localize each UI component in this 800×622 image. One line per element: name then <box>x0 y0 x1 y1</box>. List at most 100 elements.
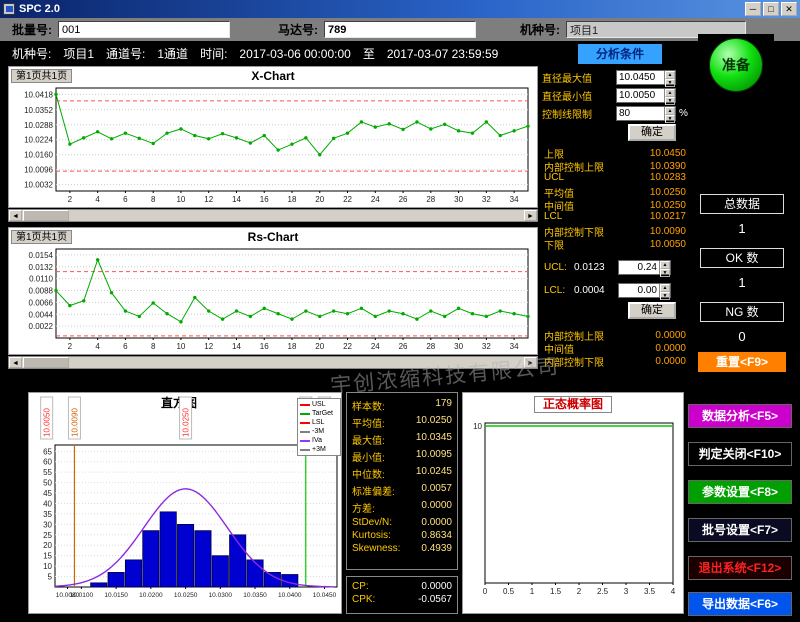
svg-text:10.0400: 10.0400 <box>278 592 302 599</box>
svg-text:45: 45 <box>43 489 52 498</box>
plus3m-line-icon <box>300 449 310 451</box>
rs-chart-scrollbar[interactable]: ◄ ► <box>8 356 538 369</box>
export-data-button[interactable]: 导出数据<F6> <box>688 592 792 616</box>
scroll-left-icon[interactable]: ◄ <box>9 210 22 221</box>
scroll-right-icon[interactable]: ► <box>524 357 537 368</box>
stat-row: 平均值:10.0250 <box>347 414 457 431</box>
spin-down-icon[interactable]: ▼ <box>665 115 675 123</box>
svg-text:10.0224: 10.0224 <box>24 136 53 145</box>
rs-lcl-label: LCL: <box>544 285 574 296</box>
exit-system-button[interactable]: 退出系统<F12> <box>688 556 792 580</box>
svg-text:4: 4 <box>95 195 100 204</box>
batch-input[interactable] <box>58 21 230 38</box>
analyze-conditions-button[interactable]: 分析条件 <box>578 44 662 64</box>
svg-text:55: 55 <box>43 468 52 477</box>
stat-row: Skewness:0.4939 <box>347 542 457 555</box>
batch-settings-button[interactable]: 批号设置<F7> <box>688 518 792 542</box>
ok-count-label: OK 数 <box>700 248 784 268</box>
x-params-confirm-button[interactable]: 确定 <box>628 124 676 141</box>
rs-lcl-spinner[interactable]: 0.00 ▲▼ <box>618 283 671 298</box>
normal-probability-title: 正态概率图 <box>534 396 612 413</box>
field-row: 批量号: 马达号: 机种号: <box>0 18 800 41</box>
ucl-row: UCL10.0283 <box>544 172 686 183</box>
info-time-to: 2017-03-07 23:59:59 <box>387 47 498 61</box>
svg-text:10.0288: 10.0288 <box>24 121 53 130</box>
limit-lower-row: 下限10.0050 <box>544 237 686 252</box>
svg-text:22: 22 <box>343 342 352 351</box>
parameter-settings-button[interactable]: 参数设置<F8> <box>688 480 792 504</box>
stat-row: Kurtosis:0.8634 <box>347 529 457 542</box>
svg-text:50: 50 <box>43 479 52 488</box>
svg-text:26: 26 <box>399 195 408 204</box>
svg-text:25: 25 <box>43 531 52 540</box>
svg-text:8: 8 <box>151 342 156 351</box>
info-model-value: 项目1 <box>63 45 94 62</box>
svg-text:12: 12 <box>204 195 213 204</box>
scrollbar-thumb[interactable] <box>23 357 69 368</box>
normal-probability-panel: 正态概率图 1000.511.522.533.54 <box>462 392 684 614</box>
spin-down-icon[interactable]: ▼ <box>665 79 675 87</box>
svg-text:10.0418: 10.0418 <box>24 90 53 99</box>
info-channel-value: 1通道 <box>157 45 188 62</box>
diameter-min-label: 直径最小值 <box>542 88 616 103</box>
svg-text:14: 14 <box>232 342 241 351</box>
scroll-right-icon[interactable]: ► <box>524 210 537 221</box>
spin-down-icon[interactable]: ▼ <box>660 292 670 300</box>
info-to-label: 至 <box>363 45 375 62</box>
svg-text:10.0350: 10.0350 <box>243 592 267 599</box>
scroll-left-icon[interactable]: ◄ <box>9 357 22 368</box>
svg-text:40: 40 <box>43 499 52 508</box>
motor-input[interactable] <box>324 21 476 38</box>
maximize-button[interactable]: □ <box>763 2 779 16</box>
svg-text:6: 6 <box>123 195 128 204</box>
svg-text:14: 14 <box>232 195 241 204</box>
ready-button[interactable]: 准备 <box>709 38 763 92</box>
spin-up-icon[interactable]: ▲ <box>665 107 675 115</box>
spin-down-icon[interactable]: ▼ <box>660 269 670 277</box>
spin-up-icon[interactable]: ▲ <box>660 284 670 292</box>
control-limit-spinner[interactable]: 80 ▲▼ <box>616 106 676 121</box>
svg-text:2: 2 <box>577 587 582 596</box>
ok-count-value: 1 <box>700 275 784 290</box>
stat-row: 样本数:179 <box>347 397 457 414</box>
diameter-max-spinner[interactable]: 10.0450 ▲▼ <box>616 70 676 85</box>
svg-text:10.0300: 10.0300 <box>209 592 233 599</box>
svg-text:34: 34 <box>510 342 519 351</box>
batch-label: 批量号: <box>12 21 52 38</box>
lsl-line-icon <box>300 422 310 424</box>
x-chart-scrollbar[interactable]: ◄ ► <box>8 209 538 222</box>
svg-text:2.5: 2.5 <box>597 587 609 596</box>
rs-ucl-spinner[interactable]: 0.24 ▲▼ <box>618 260 671 275</box>
iva-line-icon <box>300 440 310 442</box>
close-button[interactable]: ✕ <box>781 2 797 16</box>
svg-text:3: 3 <box>624 587 629 596</box>
spin-up-icon[interactable]: ▲ <box>665 89 675 97</box>
spin-down-icon[interactable]: ▼ <box>665 97 675 105</box>
svg-text:18: 18 <box>288 342 297 351</box>
svg-text:30: 30 <box>454 342 463 351</box>
scrollbar-thumb[interactable] <box>23 210 69 221</box>
judgment-close-button[interactable]: 判定关闭<F10> <box>688 442 792 466</box>
data-analysis-button[interactable]: 数据分析<F5> <box>688 404 792 428</box>
svg-text:24: 24 <box>371 342 380 351</box>
svg-text:20: 20 <box>315 195 324 204</box>
svg-text:8: 8 <box>151 195 156 204</box>
svg-text:10.0250: 10.0250 <box>174 592 198 599</box>
rs-params-confirm-button[interactable]: 确定 <box>628 302 676 319</box>
cp-cpk-panel: CP:0.0000 CPK:-0.0567 <box>346 576 458 614</box>
ng-count-label: NG 数 <box>700 302 784 322</box>
info-model-label: 机种号: <box>12 45 51 62</box>
info-channel-label: 通道号: <box>106 45 145 62</box>
svg-text:10: 10 <box>176 195 185 204</box>
svg-text:10: 10 <box>43 562 52 571</box>
svg-text:10.0050: 10.0050 <box>43 408 52 437</box>
diameter-min-spinner[interactable]: 10.0050 ▲▼ <box>616 88 676 103</box>
reset-button[interactable]: 重置<F9> <box>698 352 786 372</box>
spin-up-icon[interactable]: ▲ <box>665 71 675 79</box>
svg-text:10.0150: 10.0150 <box>104 592 128 599</box>
svg-text:10.0200: 10.0200 <box>139 592 163 599</box>
motor-label: 马达号: <box>278 21 318 38</box>
spin-up-icon[interactable]: ▲ <box>660 261 670 269</box>
minimize-button[interactable]: ─ <box>745 2 761 16</box>
svg-text:2: 2 <box>68 195 73 204</box>
